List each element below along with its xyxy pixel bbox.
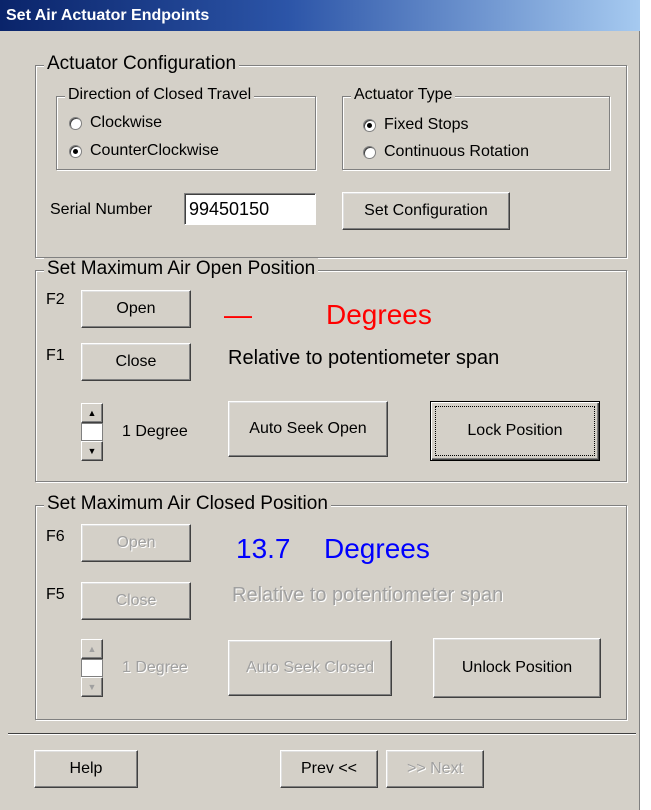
closed-open-button[interactable]: Open <box>81 524 191 562</box>
unlock-position-button[interactable]: Unlock Position <box>433 638 601 698</box>
radio-counterclockwise-circle[interactable] <box>69 144 82 158</box>
close-button[interactable]: Close <box>81 343 191 381</box>
closed-step-spinner[interactable]: ▲ ▼ <box>81 639 103 697</box>
closed-position-value: 13.7 <box>236 533 291 564</box>
footer-separator <box>8 733 636 735</box>
actuator-type-group: Actuator Type Fixed Stops Continuous Rot… <box>342 86 610 170</box>
next-button[interactable]: >> Next <box>386 750 484 788</box>
f6-key-label: F6 <box>46 528 65 545</box>
open-position-value: — <box>224 299 252 330</box>
open-step-spinner[interactable]: ▲ ▼ <box>81 403 103 461</box>
open-relative-text: Relative to potentiometer span <box>228 347 500 369</box>
radio-continuous-rotation[interactable]: Continuous Rotation <box>363 143 529 161</box>
closed-position-legend: Set Maximum Air Closed Position <box>44 493 331 515</box>
f1-key-label: F1 <box>46 347 65 364</box>
radio-fixed-stops-label: Fixed Stops <box>384 116 469 133</box>
radio-counterclockwise[interactable]: CounterClockwise <box>69 142 219 160</box>
radio-continuous-rotation-circle[interactable] <box>363 145 376 159</box>
step-down-arrow-icon[interactable]: ▼ <box>81 441 103 461</box>
spinner-track <box>81 659 103 677</box>
title-bar: Set Air Actuator Endpoints <box>0 0 640 31</box>
auto-seek-open-button[interactable]: Auto Seek Open <box>228 401 388 457</box>
closed-step-label: 1 Degree <box>122 659 188 676</box>
step-up-arrow-icon[interactable]: ▲ <box>81 403 103 423</box>
serial-number-label: Serial Number <box>50 201 153 218</box>
f5-key-label: F5 <box>46 586 65 603</box>
prev-button[interactable]: Prev << <box>280 750 378 788</box>
direction-group: Direction of Closed Travel Clockwise Cou… <box>56 86 316 170</box>
radio-fixed-stops-circle[interactable] <box>363 118 376 132</box>
lock-position-button[interactable]: Lock Position <box>430 401 600 461</box>
f2-key-label: F2 <box>46 291 65 308</box>
closed-position-units: Degrees <box>324 533 430 564</box>
closed-close-button[interactable]: Close <box>81 582 191 620</box>
open-position-group: Set Maximum Air Open Position F2 Open — … <box>35 258 627 482</box>
radio-counterclockwise-label: CounterClockwise <box>90 142 219 159</box>
closed-position-group: Set Maximum Air Closed Position F6 Open … <box>35 493 627 720</box>
step-down-arrow-icon[interactable]: ▼ <box>81 677 103 697</box>
open-step-label: 1 Degree <box>122 423 188 440</box>
radio-clockwise-label: Clockwise <box>90 114 163 131</box>
window-title: Set Air Actuator Endpoints <box>6 7 210 24</box>
open-button[interactable]: Open <box>81 290 191 328</box>
serial-number-field[interactable] <box>184 193 316 225</box>
actuator-configuration-legend: Actuator Configuration <box>44 53 240 75</box>
radio-clockwise[interactable]: Clockwise <box>69 114 162 132</box>
focus-rect <box>435 406 595 456</box>
open-position-units: Degrees <box>326 299 432 330</box>
radio-fixed-stops[interactable]: Fixed Stops <box>363 116 468 134</box>
auto-seek-closed-button[interactable]: Auto Seek Closed <box>228 640 392 696</box>
dialog-window: Set Air Actuator Endpoints Actuator Conf… <box>0 0 640 810</box>
radio-continuous-rotation-label: Continuous Rotation <box>384 143 529 160</box>
set-configuration-button[interactable]: Set Configuration <box>342 192 510 230</box>
radio-clockwise-circle[interactable] <box>69 116 82 130</box>
open-position-legend: Set Maximum Air Open Position <box>44 258 319 280</box>
actuator-type-legend: Actuator Type <box>351 86 456 104</box>
spinner-track <box>81 423 103 441</box>
actuator-configuration-group: Actuator Configuration Direction of Clos… <box>35 53 627 258</box>
help-button[interactable]: Help <box>34 750 138 788</box>
closed-relative-text: Relative to potentiometer span <box>232 584 504 606</box>
step-up-arrow-icon[interactable]: ▲ <box>81 639 103 659</box>
direction-legend: Direction of Closed Travel <box>65 86 255 104</box>
